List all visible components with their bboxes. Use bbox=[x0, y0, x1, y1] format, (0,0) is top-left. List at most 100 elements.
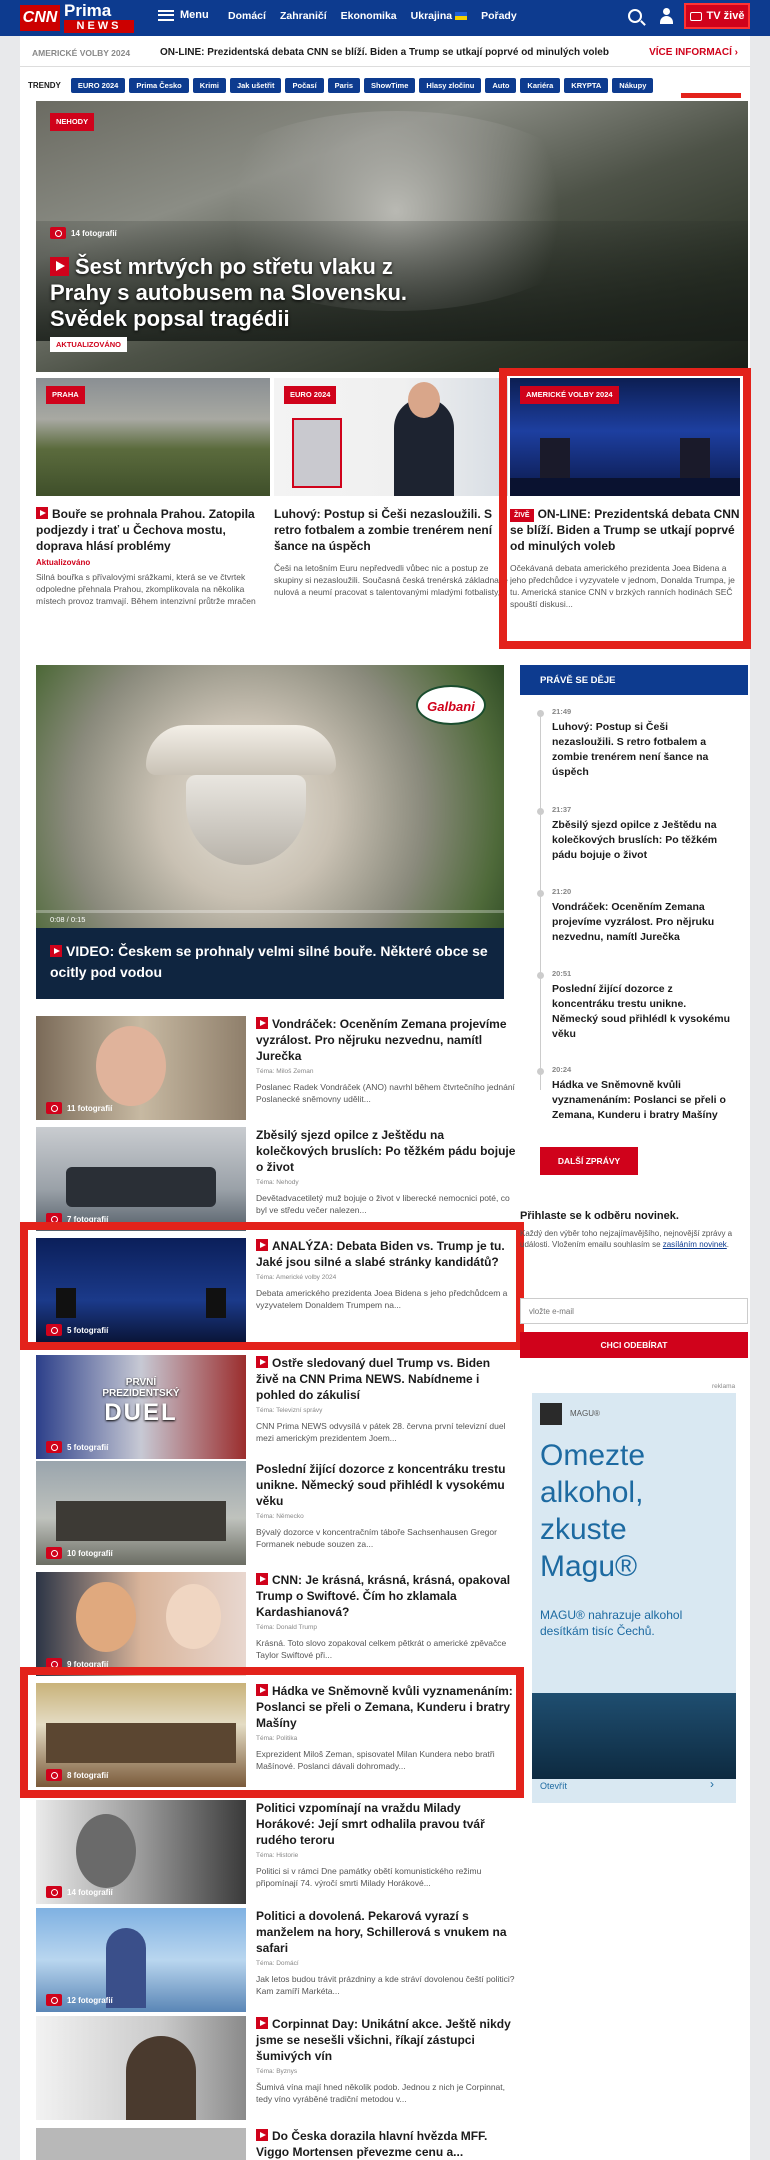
chevron-right-icon[interactable]: › bbox=[710, 1777, 714, 1791]
site-logo[interactable]: CNN Prima NEWS bbox=[20, 2, 138, 34]
article-title[interactable]: Politici a dovolená. Pekarová vyrazí s m… bbox=[256, 1908, 516, 1956]
article-thumbnail: 7 fotografií bbox=[36, 1127, 246, 1231]
article-title[interactable]: Zběsilý sjezd opilce z Ještědu na kolečk… bbox=[256, 1127, 516, 1175]
live-feed-title[interactable]: Luhový: Postup si Češi nezasloužili. S r… bbox=[552, 720, 730, 780]
article-title-text: Vondráček: Oceněním Zemana projevíme vyz… bbox=[256, 1017, 507, 1063]
live-feed-title[interactable]: Zběsilý sjezd opilce z Ještědu na kolečk… bbox=[552, 818, 730, 863]
article-title[interactable]: CNN: Je krásná, krásná, krásná, opakoval… bbox=[256, 1572, 516, 1620]
trend-chip[interactable]: Prima Česko bbox=[129, 78, 189, 93]
more-news-button[interactable]: DALŠÍ ZPRÁVY bbox=[540, 1147, 638, 1175]
trend-chip[interactable]: Krimi bbox=[192, 78, 226, 93]
card-title[interactable]: Bouře se prohnala Prahou. Zatopila podje… bbox=[36, 506, 270, 554]
article-card[interactable]: PRAHA Bouře se prohnala Prahou. Zatopila… bbox=[36, 378, 270, 607]
newsletter-terms-link[interactable]: zasíláním novinek bbox=[663, 1240, 727, 1249]
article-list-item[interactable]: Do Česka dorazila hlavní hvězda MFF. Vig… bbox=[36, 2128, 516, 2160]
article-list-item[interactable]: 11 fotografií Vondráček: Oceněním Zemana… bbox=[36, 1016, 516, 1122]
live-feed-title[interactable]: Vondráček: Oceněním Zemana projevíme vyz… bbox=[552, 900, 730, 945]
article-topic[interactable]: Téma: Domácí bbox=[256, 1960, 516, 1967]
advertisement[interactable]: MAGU® Omezte alkohol, zkuste Magu® MAGU®… bbox=[532, 1393, 736, 1803]
article-photo-building bbox=[56, 1501, 226, 1541]
article-text: Corpinnat Day: Unikátní akce. Ještě nikd… bbox=[256, 2016, 516, 2105]
live-feed-title[interactable]: Hádka ve Sněmovně kvůli vyznamenáním: Po… bbox=[552, 1078, 730, 1123]
trend-chip[interactable]: EURO 2024 bbox=[70, 78, 126, 93]
trend-chip[interactable]: Počasí bbox=[285, 78, 324, 93]
article-title[interactable]: Vondráček: Oceněním Zemana projevíme vyz… bbox=[256, 1016, 516, 1064]
nav-item-zahranici[interactable]: Zahraničí bbox=[280, 10, 327, 22]
article-list-item[interactable]: 10 fotografií Poslední žijící dozorce z … bbox=[36, 1461, 516, 1567]
article-title[interactable]: Do Česka dorazila hlavní hvězda MFF. Vig… bbox=[256, 2128, 516, 2160]
hero-category-badge[interactable]: NEHODY bbox=[50, 113, 95, 131]
article-description: Jak letos budou trávit prázdniny a kde s… bbox=[256, 1974, 515, 1996]
live-feed-title[interactable]: Poslední žijící dozorce z koncentráku tr… bbox=[552, 982, 730, 1042]
article-topic[interactable]: Téma: Nehody bbox=[256, 1179, 516, 1186]
trend-chip[interactable]: Kariéra bbox=[520, 78, 561, 93]
hamburger-icon bbox=[158, 9, 174, 21]
ad-headline: Omezte alkohol, zkuste Magu® bbox=[540, 1439, 646, 1583]
ad-text: MAGU® nahrazuje alkohol desítkám tisíc Č… bbox=[540, 1608, 683, 1638]
article-list-item[interactable]: 12 fotografií Politici a dovolená. Pekar… bbox=[36, 1908, 516, 2014]
article-topic[interactable]: Téma: Německo bbox=[256, 1513, 516, 1520]
highlight-frame bbox=[20, 1667, 524, 1798]
live-feed-item[interactable]: 21:20 Vondráček: Oceněním Zemana projevím… bbox=[537, 887, 730, 945]
trend-chip[interactable]: Jak ušetřit bbox=[229, 78, 282, 93]
nav-item-ekonomika[interactable]: Ekonomika bbox=[341, 10, 397, 22]
nav-item-porady[interactable]: Pořady bbox=[481, 10, 517, 22]
video-progress-bar[interactable] bbox=[36, 910, 504, 913]
tv-live-button[interactable]: TV živě bbox=[684, 3, 750, 29]
article-list-item[interactable]: 7 fotografií Zběsilý sjezd opilce z Ješt… bbox=[36, 1127, 516, 1233]
trend-chip[interactable]: ShowTime bbox=[364, 78, 416, 93]
user-icon[interactable] bbox=[659, 8, 673, 24]
video-title[interactable]: VIDEO: Českem se prohnaly velmi silné bo… bbox=[50, 941, 490, 983]
article-topic[interactable]: Téma: Byznys bbox=[256, 2068, 516, 2075]
card-badge[interactable]: PRAHA bbox=[46, 386, 85, 404]
article-thumbnail: 12 fotografií bbox=[36, 1908, 246, 2012]
video-player[interactable]: Galbani 0:08 / 0:15 VIDEO: Českem se pro… bbox=[36, 665, 504, 999]
nav-item-domaci[interactable]: Domácí bbox=[228, 10, 266, 22]
trend-chip[interactable]: Nákupy bbox=[612, 78, 654, 93]
duel-line: PREZIDENTSKÝ bbox=[102, 1388, 180, 1399]
trend-chip[interactable]: Paris bbox=[327, 78, 361, 93]
article-list-item[interactable]: 9 fotografií CNN: Je krásná, krásná, krá… bbox=[36, 1572, 516, 1678]
email-field[interactable] bbox=[520, 1298, 748, 1324]
hero-article[interactable]: NEHODY 14 fotografií Šest mrtvých po stř… bbox=[36, 101, 748, 372]
live-feed-item[interactable]: 20:24 Hádka ve Sněmovně kvůli vyznamenání… bbox=[537, 1065, 730, 1123]
article-list-item[interactable]: 14 fotografií Politici vzpomínají na vra… bbox=[36, 1800, 516, 1906]
article-topic[interactable]: Téma: Televizní správy bbox=[256, 1407, 516, 1414]
tv-live-label: TV živě bbox=[706, 10, 745, 22]
duel-line: PRVNÍ bbox=[125, 1377, 157, 1388]
trend-chip[interactable]: KRYPTA bbox=[564, 78, 609, 93]
card-title[interactable]: Luhový: Postup si Češi nezasloužili. S r… bbox=[274, 506, 508, 554]
article-topic[interactable]: Téma: Miloš Zeman bbox=[256, 1068, 516, 1075]
ad-cta[interactable]: Otevřít bbox=[540, 1781, 567, 1791]
live-feed-item[interactable]: 21:37 Zběsilý sjezd opilce z Ještědu na k… bbox=[537, 805, 730, 863]
article-topic[interactable]: Téma: Donald Trump bbox=[256, 1624, 516, 1631]
play-icon bbox=[256, 2017, 268, 2029]
nav-item-ukrajina[interactable]: Ukrajina bbox=[411, 10, 468, 22]
newsletter-box: Přihlaste se k odběru novinek. Každý den… bbox=[520, 1210, 748, 1358]
trends-bar: TRENDY EURO 2024 Prima Česko Krimi Jak u… bbox=[28, 78, 654, 93]
video-thumbnail: Galbani 0:08 / 0:15 bbox=[36, 665, 504, 928]
menu-button[interactable]: Menu bbox=[158, 9, 209, 21]
video-photo-mixer bbox=[146, 725, 336, 775]
article-title[interactable]: Poslední žijící dozorce z koncentráku tr… bbox=[256, 1461, 516, 1509]
article-list-item[interactable]: PRVNÍ PREZIDENTSKÝ DUEL 5 fotografií Ost… bbox=[36, 1355, 516, 1461]
trend-chip[interactable]: Auto bbox=[485, 78, 517, 93]
hero-title[interactable]: Šest mrtvých po střetu vlaku z Prahy s a… bbox=[50, 254, 450, 332]
live-feed-item[interactable]: 20:51 Poslední žijící dozorce z koncentrá… bbox=[537, 969, 730, 1042]
ticker-more-link[interactable]: VÍCE INFORMACÍ › bbox=[649, 47, 738, 58]
search-icon[interactable] bbox=[628, 9, 642, 23]
article-description: Politici si v rámci Dne památky obětí ko… bbox=[256, 1866, 482, 1888]
article-list-item[interactable]: Corpinnat Day: Unikátní akce. Ještě nikd… bbox=[36, 2016, 516, 2122]
article-topic[interactable]: Téma: Historie bbox=[256, 1852, 516, 1859]
card-badge[interactable]: EURO 2024 bbox=[284, 386, 337, 404]
card-photo-poster bbox=[292, 418, 342, 488]
article-title[interactable]: Ostře sledovaný duel Trump vs. Biden živ… bbox=[256, 1355, 516, 1403]
ticker-text[interactable]: ON-LINE: Prezidentská debata CNN se blíž… bbox=[160, 47, 609, 58]
subscribe-button[interactable]: CHCI ODEBÍRAT bbox=[520, 1332, 748, 1358]
article-card[interactable]: EURO 2024 Luhový: Postup si Češi nezaslo… bbox=[274, 378, 508, 610]
article-title-text: CNN: Je krásná, krásná, krásná, opakoval… bbox=[256, 1573, 511, 1619]
live-feed-item[interactable]: 21:49 Luhový: Postup si Češi nezasloužili… bbox=[537, 707, 730, 780]
article-title[interactable]: Corpinnat Day: Unikátní akce. Ještě nikd… bbox=[256, 2016, 516, 2064]
article-title[interactable]: Politici vzpomínají na vraždu Milady Hor… bbox=[256, 1800, 516, 1848]
trend-chip[interactable]: Hlasy zločinu bbox=[419, 78, 482, 93]
